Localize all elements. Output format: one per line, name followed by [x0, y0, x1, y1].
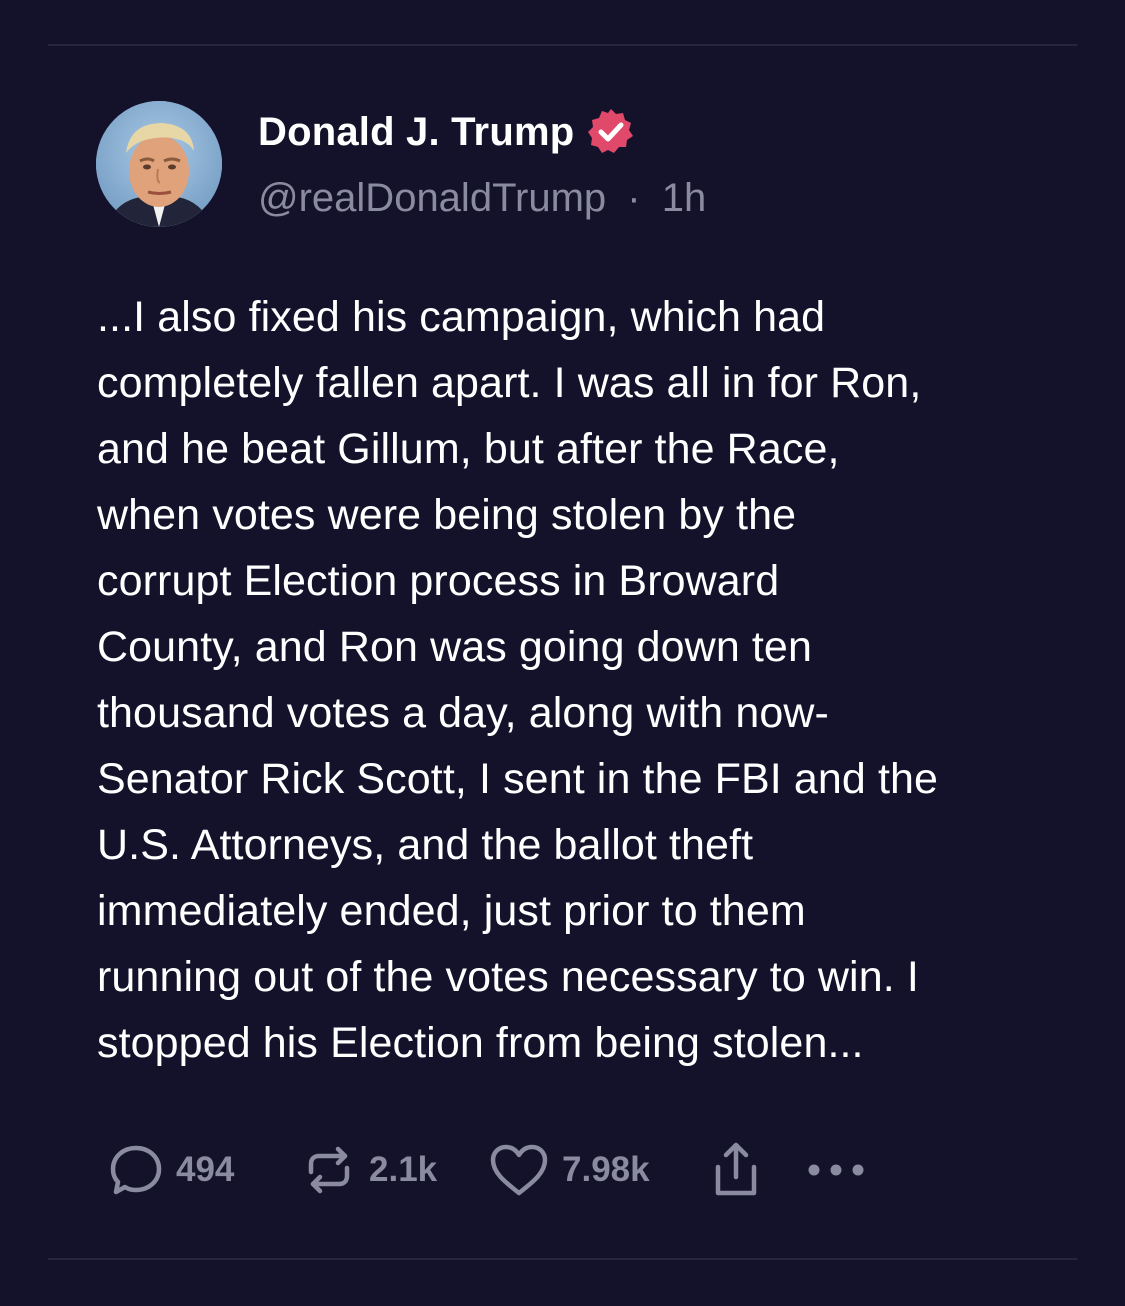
post-body: ...I also fixed his campaign, which had …	[97, 284, 1057, 1076]
post-body-line: immediately ended, just prior to them	[97, 887, 806, 935]
handle-row: @realDonaldTrump · 1h	[258, 176, 706, 221]
avatar-image	[96, 101, 222, 227]
reply-button[interactable]: 494	[108, 1142, 301, 1198]
verified-badge-icon	[586, 107, 636, 157]
post-body-line: when votes were being stolen by the	[97, 491, 797, 539]
repost-icon	[308, 1146, 350, 1194]
post-body-line: thousand votes a day, along with now-	[97, 689, 829, 737]
like-button[interactable]: 7.98k	[488, 1142, 708, 1198]
post-actions: 494 2.1k 7.98k	[108, 1140, 868, 1200]
meta-separator: ·	[627, 176, 641, 220]
post-body-line: stopped his Election from being stolen..…	[97, 1019, 864, 1067]
repost-button[interactable]: 2.1k	[301, 1142, 488, 1198]
post-body-line: completely fallen apart. I was all in fo…	[97, 359, 922, 407]
author-name-row: Donald J. Trump	[258, 104, 636, 160]
more-options-button[interactable]	[804, 1160, 868, 1180]
author-handle[interactable]: @realDonaldTrump	[258, 176, 606, 220]
share-icon	[715, 1142, 757, 1196]
heart-icon	[490, 1144, 548, 1196]
bottom-divider	[48, 1258, 1077, 1260]
avatar[interactable]	[96, 101, 222, 227]
like-count: 7.98k	[562, 1150, 650, 1189]
author-display-name[interactable]: Donald J. Trump	[258, 110, 574, 155]
post-timestamp[interactable]: 1h	[662, 176, 707, 220]
post-body-line: corrupt Election process in Broward	[97, 557, 780, 605]
more-icon	[808, 1164, 864, 1176]
top-divider	[48, 44, 1077, 46]
repost-count: 2.1k	[369, 1150, 438, 1189]
post-body-line: running out of the votes necessary to wi…	[97, 953, 919, 1001]
share-button[interactable]	[708, 1141, 804, 1199]
reply-icon	[110, 1145, 162, 1195]
post-body-line: Senator Rick Scott, I sent in the FBI an…	[97, 755, 939, 803]
post-body-line: County, and Ron was going down ten	[97, 623, 812, 671]
post-body-line: U.S. Attorneys, and the ballot theft	[97, 821, 754, 869]
post-body-line: ...I also fixed his campaign, which had	[97, 293, 826, 341]
reply-count: 494	[176, 1150, 235, 1189]
post-body-line: and he beat Gillum, but after the Race,	[97, 425, 840, 473]
